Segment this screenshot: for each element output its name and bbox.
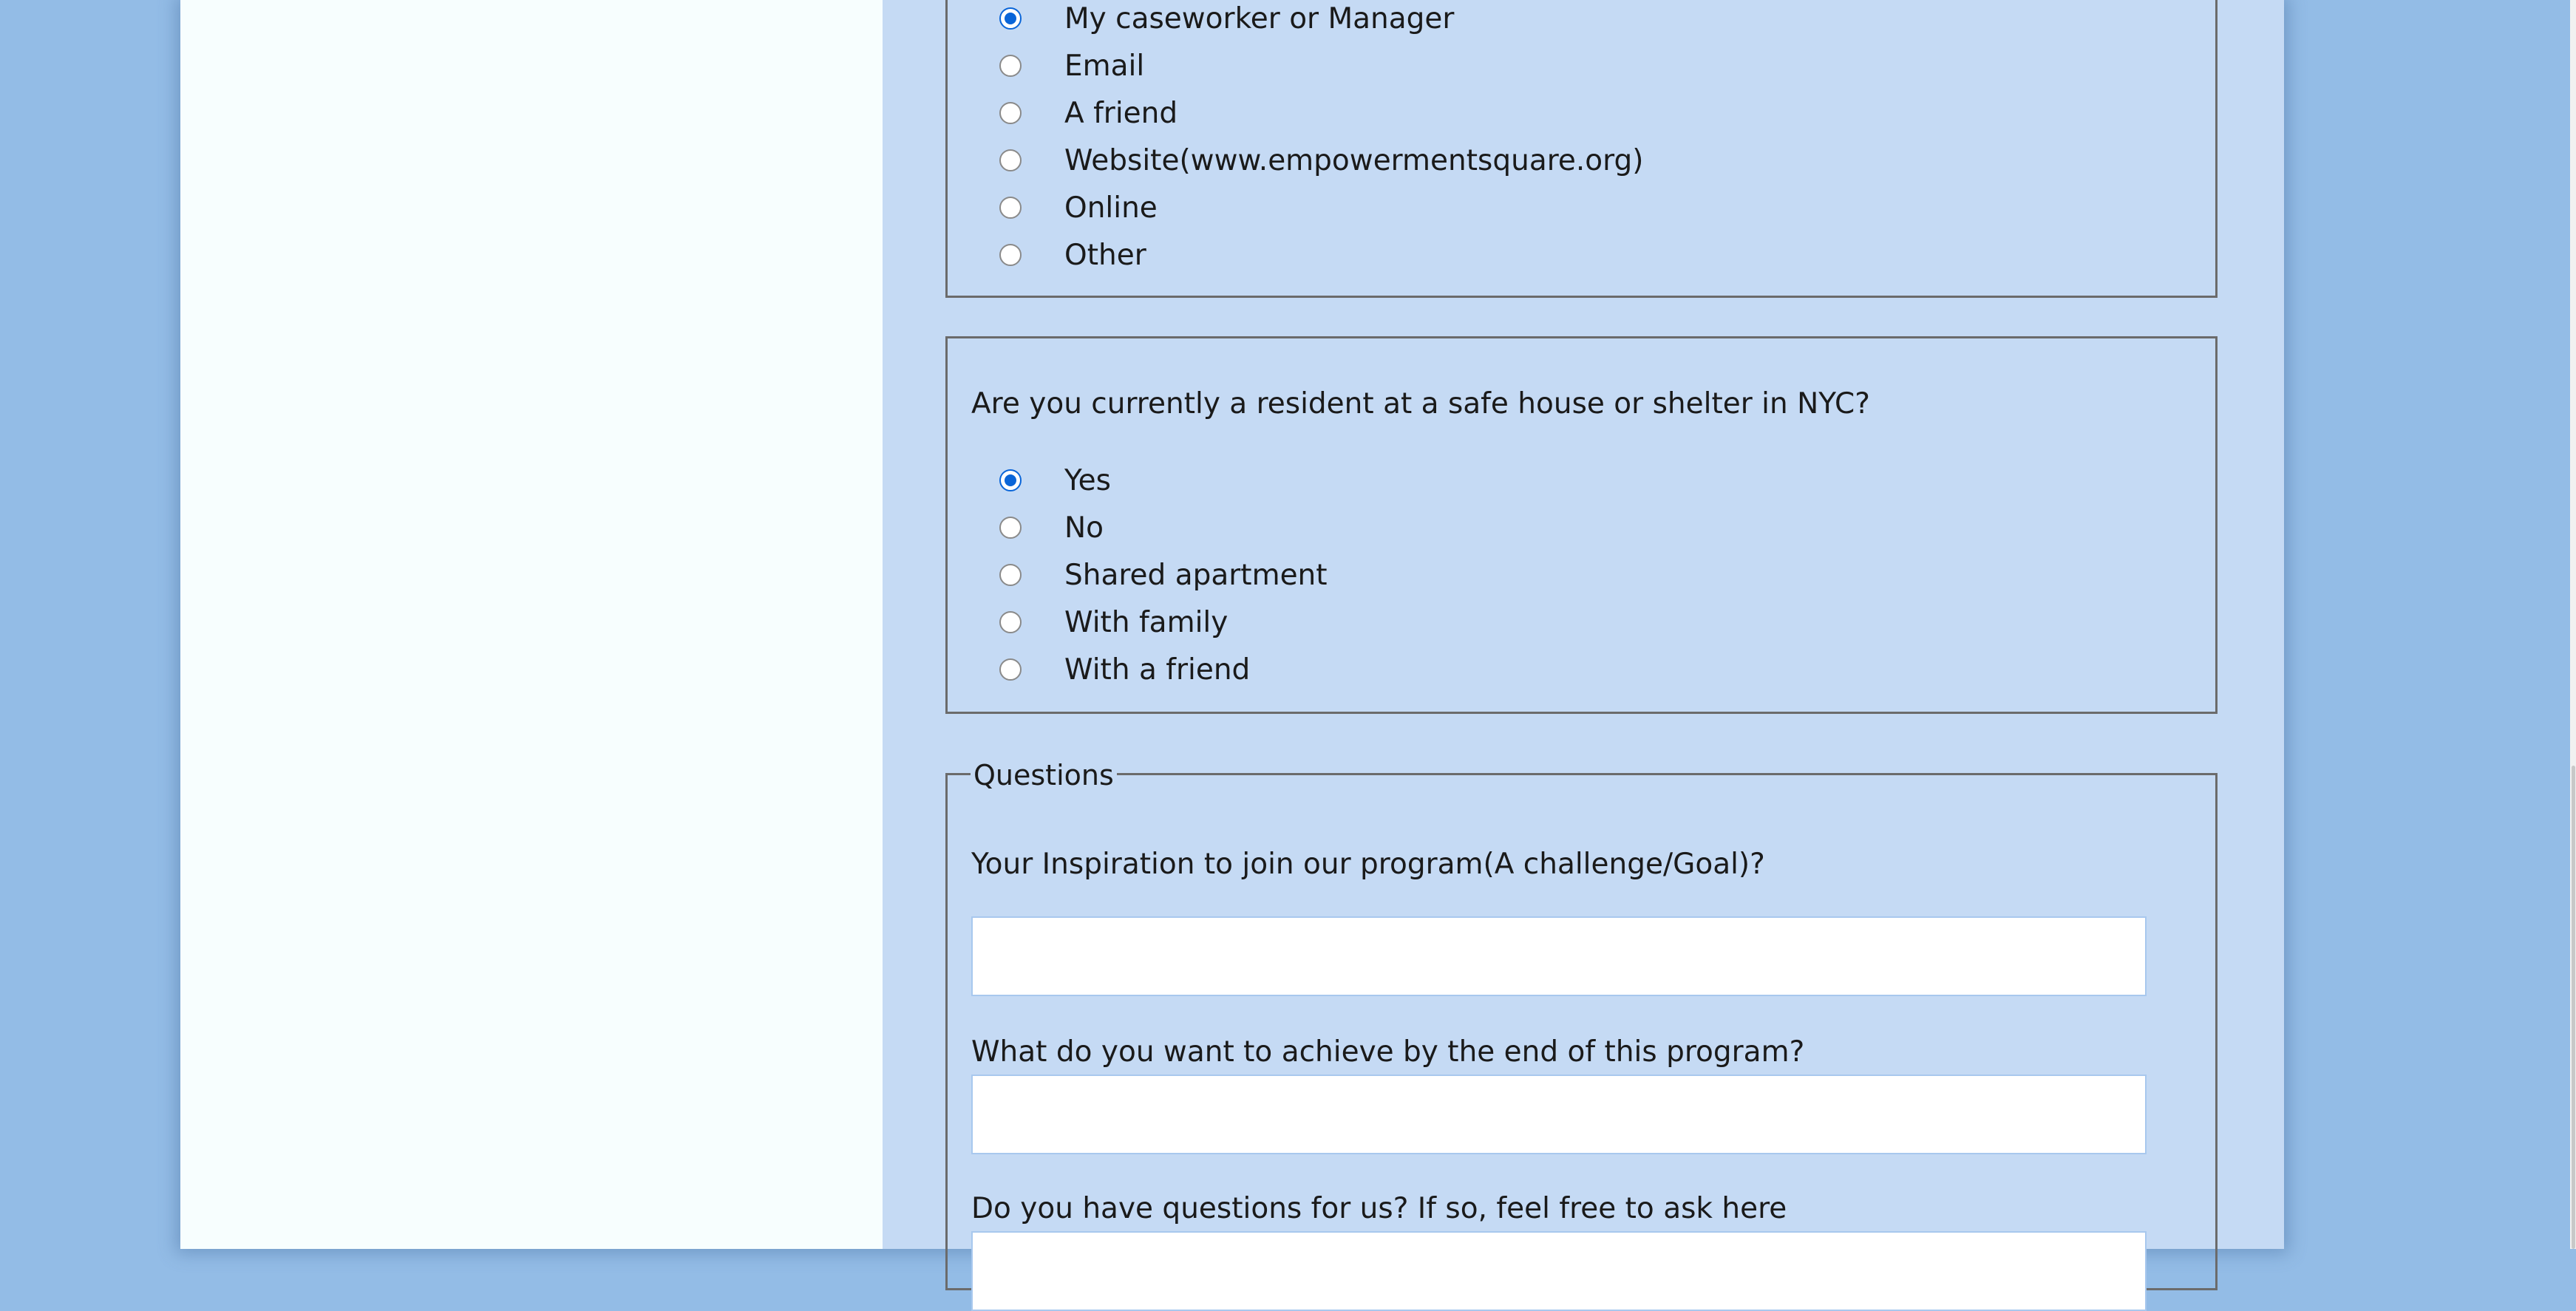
inspiration-input[interactable]	[971, 916, 2147, 996]
radio-label-website: Website(www.empowermentsquare.org)	[1064, 143, 1644, 177]
radio-label-with-family: With family	[1064, 605, 1228, 639]
questions-legend: Questions	[971, 758, 1117, 792]
radio-option-with-friend[interactable]: With a friend	[999, 646, 1250, 693]
radio-option-email[interactable]: Email	[999, 42, 1144, 89]
radio-button-other[interactable]	[999, 244, 1022, 266]
radio-option-yes[interactable]: Yes	[999, 457, 1111, 504]
achieve-input[interactable]	[971, 1075, 2147, 1154]
radio-button-with-friend[interactable]	[999, 658, 1022, 681]
radio-button-website[interactable]	[999, 149, 1022, 171]
radio-label-no: No	[1064, 511, 1104, 545]
radio-option-shared-apartment[interactable]: Shared apartment	[999, 551, 1328, 599]
radio-label-caseworker: My caseworker or Manager	[1064, 1, 1455, 35]
radio-label-with-friend: With a friend	[1064, 653, 1251, 687]
radio-button-caseworker[interactable]	[999, 7, 1022, 30]
ask-label: Do you have questions for us? If so, fee…	[971, 1192, 1787, 1225]
residence-question: Are you currently a resident at a safe h…	[971, 387, 1870, 420]
radio-label-online: Online	[1064, 191, 1158, 225]
radio-button-no[interactable]	[999, 517, 1022, 539]
radio-label-shared-apartment: Shared apartment	[1064, 558, 1328, 592]
radio-label-email: Email	[1064, 49, 1145, 83]
radio-label-yes: Yes	[1064, 463, 1111, 497]
scrollbar-thumb[interactable]	[2572, 766, 2575, 1249]
radio-button-shared-apartment[interactable]	[999, 564, 1022, 586]
radio-option-friend[interactable]: A friend	[999, 89, 1177, 137]
radio-option-no[interactable]: No	[999, 504, 1104, 551]
radio-button-yes[interactable]	[999, 469, 1022, 491]
radio-button-email[interactable]	[999, 55, 1022, 77]
radio-option-website[interactable]: Website(www.empowermentsquare.org)	[999, 137, 1643, 184]
radio-option-caseworker[interactable]: My caseworker or Manager	[999, 0, 1454, 42]
achieve-label: What do you want to achieve by the end o…	[971, 1035, 1805, 1069]
radio-option-online[interactable]: Online	[999, 184, 1158, 231]
radio-option-with-family[interactable]: With family	[999, 599, 1228, 646]
ask-input[interactable]	[971, 1231, 2147, 1311]
page-scrollbar[interactable]	[2570, 0, 2576, 1249]
radio-label-other: Other	[1064, 238, 1146, 272]
radio-button-friend[interactable]	[999, 102, 1022, 124]
radio-button-online[interactable]	[999, 197, 1022, 219]
left-panel	[180, 0, 883, 1249]
radio-button-with-family[interactable]	[999, 611, 1022, 633]
radio-label-friend: A friend	[1064, 96, 1178, 130]
inspiration-label: Your Inspiration to join our program(A c…	[971, 848, 1765, 881]
radio-option-other[interactable]: Other	[999, 231, 1146, 279]
